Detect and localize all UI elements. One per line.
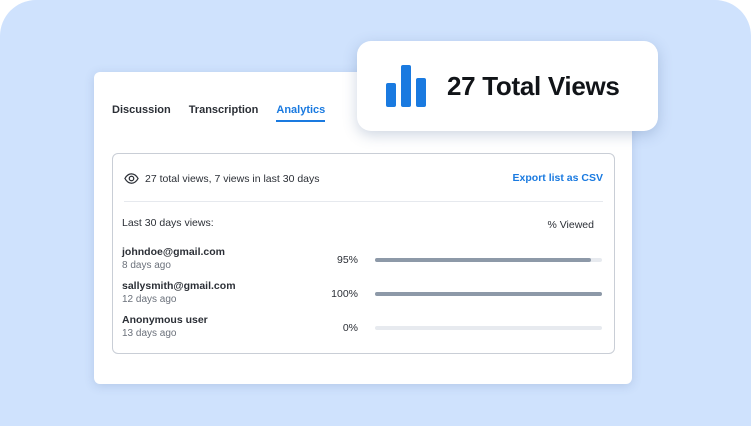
tab-discussion[interactable]: Discussion <box>112 104 171 122</box>
viewer-name: johndoe@gmail.com <box>122 246 225 258</box>
progress-bar-fill <box>375 258 591 262</box>
viewer-list: johndoe@gmail.com 8 days ago 95% sallysm… <box>122 246 602 348</box>
progress-bar <box>375 292 602 296</box>
progress-bar <box>375 258 602 262</box>
viewer-name: sallysmith@gmail.com <box>122 280 236 292</box>
export-csv-link[interactable]: Export list as CSV <box>513 172 603 184</box>
percent-viewed: 95% <box>336 254 358 266</box>
views-summary-text: 27 total views, 7 views in last 30 days <box>145 172 320 185</box>
tab-transcription[interactable]: Transcription <box>189 104 259 122</box>
views-panel: 27 total views, 7 views in last 30 days … <box>112 153 615 354</box>
progress-bar-fill <box>375 292 602 296</box>
tab-analytics[interactable]: Analytics <box>276 104 326 122</box>
list-item: Anonymous user 13 days ago 0% <box>122 314 602 348</box>
viewer-name: Anonymous user <box>122 314 208 326</box>
views-summary: 27 total views, 7 views in last 30 days <box>124 171 320 186</box>
total-views-callout: 27 Total Views <box>357 41 658 131</box>
percent-viewed: 0% <box>342 322 358 334</box>
last-30-days-heading: Last 30 days views: <box>122 217 214 229</box>
tab-bar: Discussion Transcription Analytics <box>112 104 326 122</box>
bar-chart-icon <box>386 65 426 107</box>
percent-viewed-header: % Viewed <box>547 219 594 231</box>
eye-icon <box>124 173 139 184</box>
divider <box>124 201 603 202</box>
percent-viewed: 100% <box>331 288 358 300</box>
list-item: sallysmith@gmail.com 12 days ago 100% <box>122 280 602 314</box>
list-item: johndoe@gmail.com 8 days ago 95% <box>122 246 602 280</box>
progress-bar <box>375 326 602 330</box>
total-views-label: 27 Total Views <box>447 70 620 101</box>
